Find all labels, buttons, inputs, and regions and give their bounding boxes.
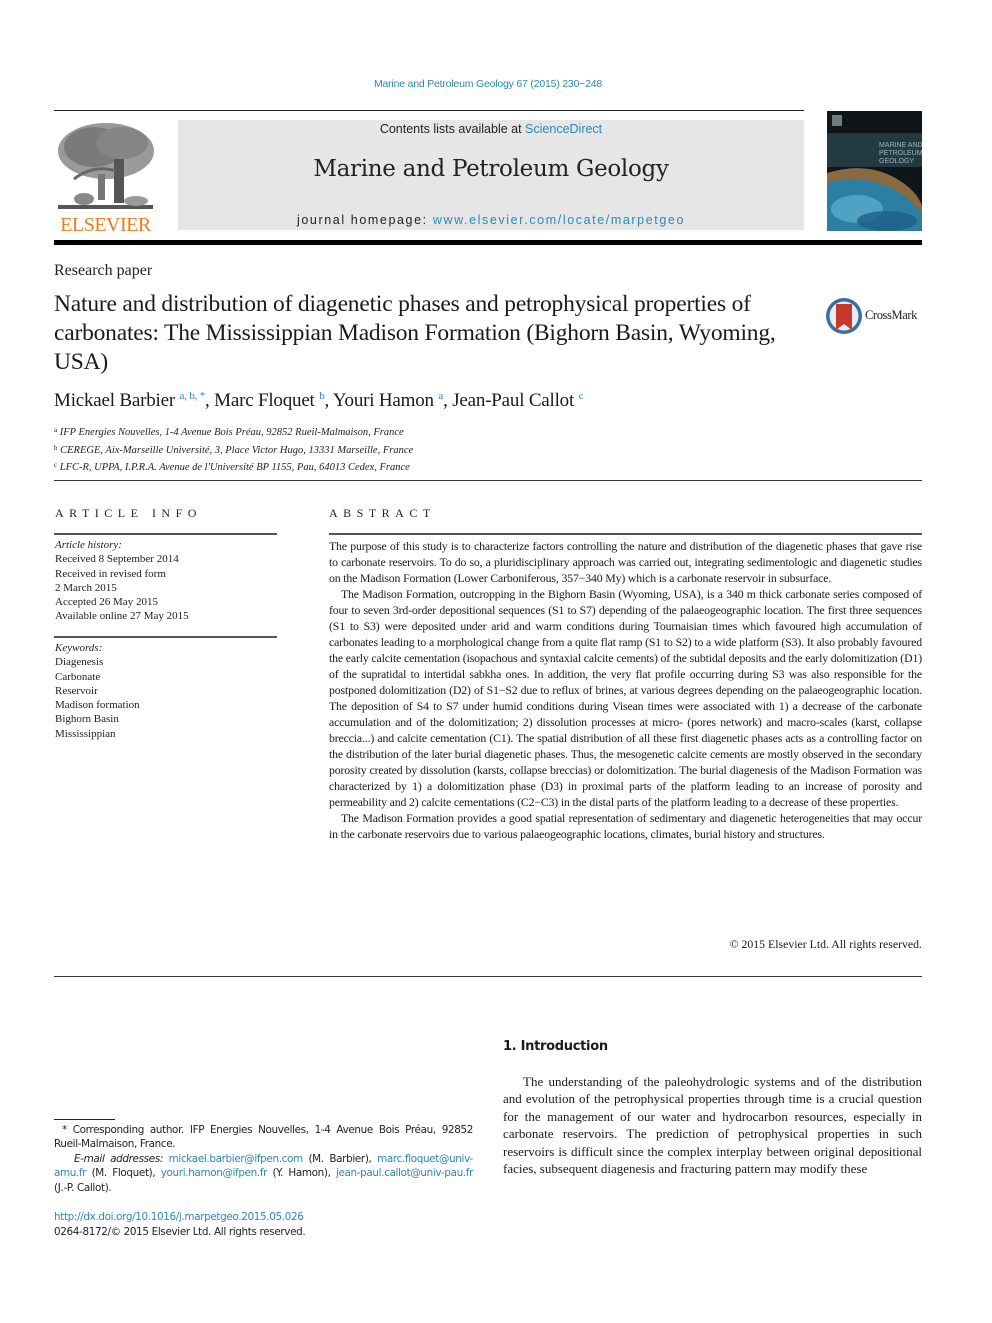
keyword-item: Madison formation xyxy=(55,699,140,712)
corresponding-author-note: * Corresponding author. IFP Energies Nou… xyxy=(54,1124,473,1151)
svg-text:GEOLOGY: GEOLOGY xyxy=(879,158,914,165)
footnote-block: * Corresponding author. IFP Energies Nou… xyxy=(54,1123,473,1195)
author-affil-marker[interactable]: a xyxy=(438,390,443,402)
keywords-rule xyxy=(54,636,277,638)
author-name[interactable]: Jean-Paul Callot xyxy=(452,390,574,411)
email-owner: (Y. Hamon), xyxy=(267,1167,336,1180)
email-link[interactable]: youri.hamon@ifpen.fr xyxy=(161,1167,268,1179)
author-name[interactable]: Youri Hamon xyxy=(333,390,434,411)
crossmark-label: CrossMark xyxy=(865,308,917,322)
email-owner: (M. Floquet), xyxy=(86,1167,161,1180)
author-name[interactable]: Marc Floquet xyxy=(214,390,315,411)
affiliation-key: b xyxy=(54,443,58,452)
journal-cover-image[interactable]: MARINE AND PETROLEUM GEOLOGY xyxy=(827,111,922,231)
abstract-copyright: © 2015 Elsevier Ltd. All rights reserved… xyxy=(729,937,922,951)
header-thick-rule xyxy=(54,240,922,245)
email-owner: (M. Barbier), xyxy=(302,1152,378,1165)
affiliation-item: c LFC-R, UPPA, I.P.R.A. Avenue de l'Univ… xyxy=(54,458,413,476)
email-link[interactable]: mickael.barbier@ifpen.com xyxy=(169,1153,304,1165)
abstract-body: The purpose of this study is to characte… xyxy=(329,538,922,842)
elsevier-tree-icon xyxy=(54,119,157,211)
footnote-rule xyxy=(54,1119,115,1120)
article-history-label: Article history: xyxy=(55,539,122,551)
email-owner: (J.-P. Callot). xyxy=(54,1181,112,1194)
affiliation-item: b CEREGE, Aix-Marseille Université, 3, P… xyxy=(54,441,413,459)
contents-line: Contents lists available at ScienceDirec… xyxy=(178,122,804,136)
keyword-item: Carbonate xyxy=(55,670,101,683)
svg-text:MARINE AND: MARINE AND xyxy=(879,142,922,149)
sciencedirect-link[interactable]: ScienceDirect xyxy=(525,122,602,136)
elsevier-logo[interactable]: ELSEVIER xyxy=(54,119,157,236)
author-affil-marker[interactable]: b xyxy=(319,390,325,402)
history-item: 2 March 2015 xyxy=(55,581,117,594)
keyword-item: Reservoir xyxy=(55,684,98,697)
author-name[interactable]: Mickael Barbier xyxy=(54,390,175,411)
journal-banner: Contents lists available at ScienceDirec… xyxy=(178,120,804,230)
journal-title: Marine and Petroleum Geology xyxy=(313,156,669,182)
contents-prefix: Contents lists available at xyxy=(379,122,526,136)
introduction-heading: 1. Introduction xyxy=(503,1039,608,1054)
history-item: Received in revised form xyxy=(55,567,166,580)
journal-homepage-line: journal homepage: www.elsevier.com/locat… xyxy=(178,213,804,227)
introduction-text: The understanding of the paleohydrologic… xyxy=(503,1074,922,1177)
affiliations: a IFP Energies Nouvelles, 1-4 Avenue Boi… xyxy=(54,423,413,476)
front-matter-divider xyxy=(54,976,922,977)
abstract-rule xyxy=(329,533,922,535)
affiliation-key: c xyxy=(54,461,58,470)
author-affil-marker[interactable]: c xyxy=(579,390,584,402)
email-link[interactable]: jean-paul.callot@univ-pau.fr xyxy=(336,1167,473,1179)
crossmark-icon xyxy=(826,298,862,334)
article-info-heading: ARTICLE INFO xyxy=(55,506,202,520)
homepage-prefix: journal homepage: xyxy=(296,213,433,227)
article-type: Research paper xyxy=(54,262,153,279)
keyword-item: Diagenesis xyxy=(55,656,104,669)
affiliation-text: IFP Energies Nouvelles, 1-4 Avenue Bois … xyxy=(59,427,404,438)
keyword-item: Bighorn Basin xyxy=(55,713,119,726)
affiliation-key: a xyxy=(54,426,58,434)
journal-homepage-link[interactable]: www.elsevier.com/locate/marpetgeo xyxy=(433,213,685,227)
article-info-rule xyxy=(54,533,277,535)
keyword-item: Mississippian xyxy=(55,727,116,740)
abstract-paragraph: The purpose of this study is to characte… xyxy=(329,539,922,585)
affiliation-text: CEREGE, Aix-Marseille Université, 3, Pla… xyxy=(60,444,414,456)
keywords-label: Keywords: xyxy=(55,642,103,654)
svg-text:PETROLEUM: PETROLEUM xyxy=(879,150,922,157)
history-item: Available online 27 May 2015 xyxy=(55,610,189,623)
article-history: Article history: Received 8 September 20… xyxy=(55,538,277,624)
crossmark-button[interactable]: CrossMark xyxy=(825,297,925,337)
issn-copyright: 0264-8172/© 2015 Elsevier Ltd. All right… xyxy=(54,1226,306,1238)
affiliation-text: LFC-R, UPPA, I.P.R.A. Avenue de l'Univer… xyxy=(59,462,410,474)
author-affil-marker[interactable]: a, b, * xyxy=(180,390,206,402)
cover-art-icon: MARINE AND PETROLEUM GEOLOGY xyxy=(827,111,922,231)
email-label: E-mail addresses: xyxy=(74,1152,163,1165)
abstract-paragraph: The Madison Formation, outcropping in th… xyxy=(329,587,922,809)
abstract-paragraph: The Madison Formation provides a good sp… xyxy=(329,811,922,841)
author-list: Mickael Barbier a, b, *, Marc Floquet b,… xyxy=(54,390,584,411)
abstract-heading: ABSTRACT xyxy=(329,506,436,520)
email-addresses: E-mail addresses: mickael.barbier@ifpen.… xyxy=(54,1152,473,1195)
header-rule xyxy=(54,110,804,111)
doi-link[interactable]: http://dx.doi.org/10.1016/j.marpetgeo.20… xyxy=(54,1211,304,1223)
article-title: Nature and distribution of diagenetic ph… xyxy=(54,291,776,375)
history-item: Accepted 26 May 2015 xyxy=(55,596,158,609)
keywords: Keywords: Diagenesis Carbonate Reservoir… xyxy=(55,641,277,741)
section-divider xyxy=(54,480,922,481)
history-item: Received 8 September 2014 xyxy=(55,553,179,566)
elsevier-wordmark: ELSEVIER xyxy=(60,214,151,236)
affiliation-item: a IFP Energies Nouvelles, 1-4 Avenue Boi… xyxy=(54,423,413,441)
journal-citation[interactable]: Marine and Petroleum Geology 67 (2015) 2… xyxy=(0,78,976,90)
